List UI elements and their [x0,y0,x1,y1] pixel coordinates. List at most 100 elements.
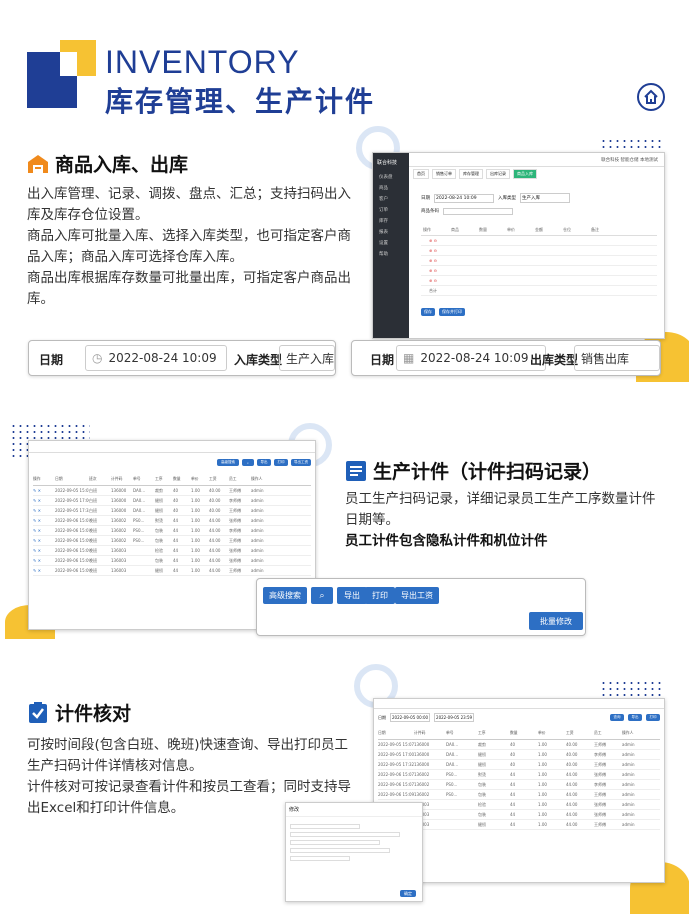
print-button[interactable]: 打印 [365,587,395,604]
table-cell: 40.00 [209,508,221,513]
tab[interactable]: 库存管理 [459,169,483,179]
sidebar-item[interactable]: 报表 [379,227,409,238]
table-cell: 40 [510,762,516,767]
advanced-search-button[interactable]: 高级搜索 [263,587,307,604]
mini-print-button[interactable]: 打印 [274,459,288,466]
row-actions[interactable]: ✎ ✕ [33,518,55,523]
table-cell: admin [251,558,264,563]
table-cell: 1.00 [191,518,200,523]
tab[interactable]: 出库记录 [486,169,510,179]
table-cell: 1.00 [191,498,200,503]
search-button[interactable]: ⌕ [311,587,333,604]
dialog-input[interactable] [290,848,390,853]
table-cell: 1.00 [538,812,547,817]
table-row: ✎ ✕ 2022-09-06 15:07 晚班 136002 PS0... 包装 44 1.0… [33,526,311,536]
table-cell: DA0... [446,752,459,757]
form-type-select[interactable]: 生产入库 [520,193,570,203]
save-print-button[interactable]: 保存并打印 [439,308,465,316]
sidebar-item[interactable]: 客户 [379,194,409,205]
filter-date-label: 日期 [378,714,386,720]
table-cell: 王师傅 [229,567,241,573]
section2-heading: 生产计件（计件扫码记录） [345,457,601,484]
edit-dialog: 修改 确定 [285,802,423,902]
verify-filter-row: 日期 2022-09-05 00:00 2022-09-05 23:59 查询 … [374,709,664,726]
table-cell: 40 [510,752,516,757]
home-icon[interactable] [637,83,665,111]
filter-date-from[interactable]: 2022-09-05 00:00 [390,713,431,722]
export-button[interactable]: 导出 [337,587,367,604]
row-actions[interactable]: ✎ ✕ [33,498,55,503]
row-actions[interactable]: ✎ ✕ [33,528,55,533]
sidebar-item[interactable]: 设置 [379,238,409,249]
table-cell: 2022-09-06 15:07 [378,772,414,777]
clock-icon: ◷ [92,351,103,365]
table-cell: 44.00 [566,822,578,827]
form-date-input[interactable]: 2022-08-24 10:09 [434,193,494,203]
batch-edit-button[interactable]: 批量修改 [529,612,583,630]
tab[interactable]: 销售订单 [432,169,456,179]
table-cell: 44.00 [209,558,221,563]
save-button[interactable]: 保存 [421,308,435,316]
in-date-input[interactable]: ◷ 2022-08-24 10:09 [85,345,227,371]
dialog-input[interactable] [290,856,350,861]
table-cell: 44.00 [209,528,221,533]
table-cell: admin [251,568,264,573]
section2-para: 员工生产扫码记录，详细记录员工生产工序数量计件日期等。 [345,491,656,528]
table-cell: 44 [510,812,516,817]
table-cell: 王师傅 [229,537,241,543]
table-row: ✎ ✕ 2022-09-06 15:09 晚班 136002 PS0... 包装 44 1.0… [33,536,311,546]
col-header: 数量 [510,729,518,735]
row-actions[interactable]: ✎ ✕ [33,548,55,553]
table-cell: 1.00 [538,742,547,747]
filter-date-to[interactable]: 2022-09-05 23:59 [434,713,475,722]
dialog-ok-button[interactable]: 确定 [400,890,416,897]
row-actions[interactable]: ✎ ✕ [33,538,55,543]
table-cell: 晚班 [89,517,97,523]
tab-active[interactable]: 商品入库 [513,169,537,179]
table-cell: DA0... [133,508,146,513]
inventory-app-screenshot: 联合科技 仪表盘 商品 客户 订单 库存 报表 设置 帮助 联合科技 智能仓储 … [372,152,665,339]
table-cell: PS0... [446,772,458,777]
query-button[interactable]: 查询 [610,714,624,721]
sidebar-item[interactable]: 库存 [379,216,409,227]
table-cell: 44 [173,538,179,543]
dialog-input[interactable] [290,840,380,845]
table-cell: 136002 [414,782,430,787]
table-cell: 136000 [111,508,127,513]
document-icon [346,460,366,481]
sidebar-item[interactable]: 商品 [379,183,409,194]
out-date-input[interactable]: ▦ 2022-08-24 10:09 [396,345,546,371]
row-actions[interactable]: ✎ ✕ [33,488,55,493]
export-wage-button[interactable]: 导出工资 [395,587,439,604]
dialog-input[interactable] [290,824,360,829]
table-cell: 2022-09-06 15:09 [55,558,89,563]
mini-search-button[interactable]: ⌕ [242,459,254,466]
out-type-select[interactable]: 销售出库 [574,345,660,371]
export-button[interactable]: 导出 [628,714,642,721]
table-cell: 1.00 [538,782,547,787]
col-header: 计件码 [111,475,123,481]
table-cell: 44 [173,528,179,533]
table-cell: 缝纫 [478,751,486,757]
table-row: ✎ ✕ 2022-09-06 15:07 晚班 136002 PS0... 熨烫 44 1.0… [33,516,311,526]
in-type-select[interactable]: 生产入库 [279,345,335,371]
table-cell: 40.00 [209,498,221,503]
row-actions[interactable]: ✎ ✕ [33,558,55,563]
row-actions[interactable]: ✎ ✕ [33,508,55,513]
sidebar-item[interactable]: 订单 [379,205,409,216]
form-type-label: 入库类型 [498,196,516,201]
mini-export-button[interactable]: 导出 [257,459,271,466]
dialog-input[interactable] [290,832,400,837]
table-cell: 2022-09-06 15:09 [378,792,414,797]
row-actions[interactable]: ✎ ✕ [33,568,55,573]
table-cell: 44 [510,782,516,787]
sidebar-item[interactable]: 帮助 [379,249,409,260]
print-button[interactable]: 打印 [646,714,660,721]
scan-input[interactable] [443,208,513,215]
tab[interactable]: 首页 [413,169,429,179]
mini-export-wage-button[interactable]: 导出工资 [291,459,311,466]
sidebar-item[interactable]: 仪表盘 [379,172,409,183]
scan-label: 商品条码 [421,209,439,214]
table-cell: 检验 [155,547,163,553]
mini-advanced-search-button[interactable]: 高级搜索 [217,459,239,466]
